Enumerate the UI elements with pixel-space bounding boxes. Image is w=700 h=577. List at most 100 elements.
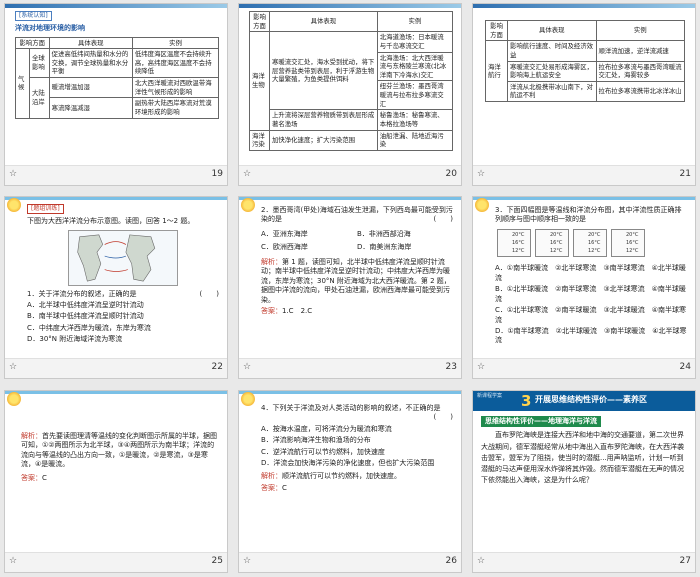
- thumbnail-footer: ☆ 24: [473, 358, 695, 378]
- answer-text: C: [42, 473, 47, 482]
- answer-text: C: [282, 484, 287, 493]
- question-intro: 下图为大西洋洋流分布示意图。读图，回答 1～2 题。: [27, 217, 195, 226]
- option-c: C．欧洲西海岸: [261, 243, 308, 252]
- answer-label: 答案：: [261, 306, 282, 315]
- analysis-text: 第 1 题，读图可知，北半球中低纬度洋流呈顺时针流动；南半球中低纬度洋流呈逆时针…: [261, 257, 451, 304]
- body-text: 直布罗陀海峡是连接大西洋和地中海的交通要道，第二次世界大战期间，德军潜艇经常从地…: [481, 431, 684, 485]
- influence-table: 影响方面 具体表现 实例 海洋航行 影响航行速度、时间及经济效益 顺洋流加速，逆…: [485, 19, 685, 103]
- star-icon[interactable]: ☆: [477, 169, 485, 179]
- question-stem: 4．下列关于洋流及对人类活动的影响的叙述，不正确的是: [261, 404, 441, 412]
- question-stem: 2．墨西哥湾(甲处)海域石油发生泄漏，下列西岛最可能受到污染的是: [261, 206, 453, 224]
- slide-thumbnail-24[interactable]: 3．下面四幅图是等温线和洋流分布图，其中洋流性质正确排列顺序与图中顺序相一致的是…: [472, 196, 696, 379]
- question-text: 2．墨西哥湾(甲处)海域石油发生泄漏，下列西岛最可能受到污染的是 ( ): [261, 206, 453, 225]
- section-subtitle: 思维结构性评价——地理海洋与洋流: [481, 416, 601, 428]
- table-cell: 北海渔场：北大西洋暖流与东格陵兰寒流(北冰洋南下冷海水)交汇: [376, 51, 454, 82]
- table-header: 实例: [131, 36, 220, 50]
- star-icon[interactable]: ☆: [243, 169, 251, 179]
- slide-content: 3．下面四幅图是等温线和洋流分布图，其中洋流性质正确排列顺序与图中顺序相一致的是…: [473, 197, 695, 360]
- option-a: A．亚洲东海岸: [261, 229, 308, 238]
- question-text: 1．关于洋流分布的叙述，正确的是 ( ): [27, 290, 219, 299]
- analysis-label: 解析：: [261, 471, 282, 480]
- table-cell: 北大西洋暖流对西欧温带海洋性气候形成的影响: [131, 77, 220, 99]
- slide-thumbnail-23[interactable]: 2．墨西哥湾(甲处)海域石油发生泄漏，下列西岛最可能受到污染的是 ( ) A．亚…: [238, 196, 462, 379]
- analysis-text: 首先要读图理清等温线的变化判断图示所属的半球，据图可知，①②两图所示为北半球，③…: [21, 432, 217, 469]
- slide-thumbnail-21[interactable]: 影响方面 具体表现 实例 海洋航行 影响航行速度、时间及经济效益 顺洋流加速，逆…: [472, 3, 696, 186]
- answer-paren: ( ): [433, 215, 453, 224]
- influence-table: 影响方面 具体表现 实例 气候 全球影响 促进高低纬间热量和水分的交换，调节全球…: [15, 36, 220, 119]
- table-header: 具体表现: [269, 10, 378, 33]
- table-cell: 油船泄漏、陆地近海污染: [376, 129, 454, 151]
- option-a: A．按海水温度，可将洋流分为暖流和寒流: [261, 424, 392, 433]
- slide-number: 20: [445, 169, 457, 179]
- star-icon[interactable]: ☆: [9, 169, 17, 179]
- option-a: A．北半球中低纬度洋流呈逆时针流动: [27, 300, 144, 309]
- table-header: 实例: [376, 10, 454, 33]
- header-small-text: 新课程学案: [477, 393, 503, 399]
- thumbnail-footer: ☆ 27: [473, 552, 695, 572]
- table-cell: 洋流从北极携带冰山南下，对航运不利: [507, 80, 597, 103]
- option-c: C．①北半球寒流 ②南半球暖流 ③北半球暖流 ④南半球寒流: [495, 306, 686, 324]
- table-header: 具体表现: [48, 36, 133, 50]
- table-cell: 顺洋流加速，逆洋流减速: [595, 40, 685, 62]
- slide-thumbnail-19[interactable]: [系统认知] 洋流对地理环境的影响 影响方面 具体表现 实例 气候 全球影响 促…: [4, 3, 228, 186]
- thumbnail-footer: ☆ 26: [239, 552, 461, 572]
- thumbnail-footer: ☆ 19: [5, 165, 227, 185]
- slide-thumbnail-26[interactable]: 4．下列关于洋流及对人类活动的影响的叙述，不正确的是 ( ) A．按海水温度，可…: [238, 390, 462, 573]
- slide-content: [题组训练] 下图为大西洋洋流分布示意图。读图，回答 1～2 题。 1．关于洋流…: [5, 197, 227, 360]
- option-c: C．中纬度大洋西岸为暖流，东岸为寒流: [27, 323, 151, 332]
- header-number: 3: [521, 392, 532, 410]
- table-cell: 暖流增温加湿: [48, 77, 133, 99]
- slide-number: 23: [445, 362, 457, 372]
- option-b: B．南半球中低纬度洋流呈顺时针流动: [27, 312, 144, 321]
- table-cell: 气候: [15, 48, 30, 119]
- option-d: D．洋流会加快海洋污染的净化速度，但也扩大污染范围: [261, 459, 435, 468]
- question-stem: 3．下面四幅图是等温线和洋流分布图，其中洋流性质正确排列顺序与图中顺序相一致的是: [495, 206, 682, 224]
- slide-number: 25: [211, 556, 223, 566]
- table-cell: 加快净化速度；扩大污染范围: [269, 129, 378, 151]
- star-icon[interactable]: ☆: [243, 362, 251, 372]
- sun-logo-icon: [475, 198, 489, 212]
- table-cell: 寒流降温减湿: [48, 97, 133, 119]
- table-header: 影响方面: [485, 19, 508, 42]
- table-cell: 秘鲁渔场：秘鲁寒流、本格拉渔场等: [376, 109, 454, 131]
- slide-thumbnail-20[interactable]: 影响方面 具体表现 实例 海洋生物 寒暖流交汇处，海水受到扰动，将下层营养盐类带…: [238, 3, 462, 186]
- star-icon[interactable]: ☆: [243, 556, 251, 566]
- table-cell: 拉布拉多寒流携带北冰洋冰山: [595, 80, 685, 103]
- option-c: C．逆洋流航行可以节约燃料，加快速度: [261, 447, 385, 456]
- slide-thumbnail-25[interactable]: 解析：首先要读图理清等温线的变化判断图示所属的半球，据图可知，①②两图所示为北半…: [4, 390, 228, 573]
- option-b: B．非洲西部沿海: [357, 229, 411, 238]
- slide-content: [系统认知] 洋流对地理环境的影响 影响方面 具体表现 实例 气候 全球影响 促…: [5, 4, 227, 167]
- answer-paren: ( ): [433, 413, 453, 422]
- slide-thumbnail-27[interactable]: 新课程学案 3 开展思维结构性评价——素养区 思维结构性评价——地理海洋与洋流 …: [472, 390, 696, 573]
- isotherm-figure-4: 20°C 16°C 12°C: [611, 228, 645, 257]
- star-icon[interactable]: ☆: [477, 556, 485, 566]
- table-header: 影响方面: [249, 10, 270, 33]
- table-cell: 副热带大陆西岸寒流对荒漠环境形成的影响: [131, 97, 220, 119]
- slide-content: 4．下列关于洋流及对人类活动的影响的叙述，不正确的是 ( ) A．按海水温度，可…: [239, 391, 461, 554]
- option-a: A．①南半球暖流 ②北半球寒流 ③南半球寒流 ④北半球暖流: [495, 264, 686, 282]
- question-text: 4．下列关于洋流及对人类活动的影响的叙述，不正确的是: [261, 404, 453, 413]
- star-icon[interactable]: ☆: [9, 362, 17, 372]
- section-tag: [题组训练]: [27, 204, 64, 215]
- option-b: B．①北半球暖流 ②南半球寒流 ③北半球寒流 ④南半球暖流: [495, 285, 686, 303]
- slide-title: 洋流对地理环境的影响: [15, 24, 85, 33]
- table-header: 实例: [595, 19, 685, 42]
- analysis-label: 解析：: [261, 257, 282, 266]
- slide-thumbnail-22[interactable]: [题组训练] 下图为大西洋洋流分布示意图。读图，回答 1～2 题。 1．关于洋流…: [4, 196, 228, 379]
- star-icon[interactable]: ☆: [9, 556, 17, 566]
- thumbnail-footer: ☆ 22: [5, 358, 227, 378]
- table-header: 具体表现: [507, 19, 597, 42]
- table-cell: 拉布拉多寒流与墨西哥湾暖流交汇处，海雾较多: [595, 60, 685, 82]
- sun-logo-icon: [7, 392, 21, 406]
- thumbnail-footer: ☆ 23: [239, 358, 461, 378]
- table-header: 影响方面: [15, 36, 50, 50]
- table-cell: 海洋污染: [249, 129, 270, 151]
- map-svg: [77, 234, 156, 282]
- analysis-label: 解析：: [21, 432, 42, 440]
- isotherm-figure-3: 20°C 16°C 12°C: [573, 228, 607, 257]
- table-cell: 海洋航行: [485, 40, 508, 103]
- table-cell: 大陆沿岸: [29, 77, 50, 119]
- slide-content: 影响方面 具体表现 实例 海洋航行 影响航行速度、时间及经济效益 顺洋流加速，逆…: [473, 4, 695, 167]
- star-icon[interactable]: ☆: [477, 362, 485, 372]
- slide-content: 新课程学案 3 开展思维结构性评价——素养区 思维结构性评价——地理海洋与洋流 …: [473, 391, 695, 554]
